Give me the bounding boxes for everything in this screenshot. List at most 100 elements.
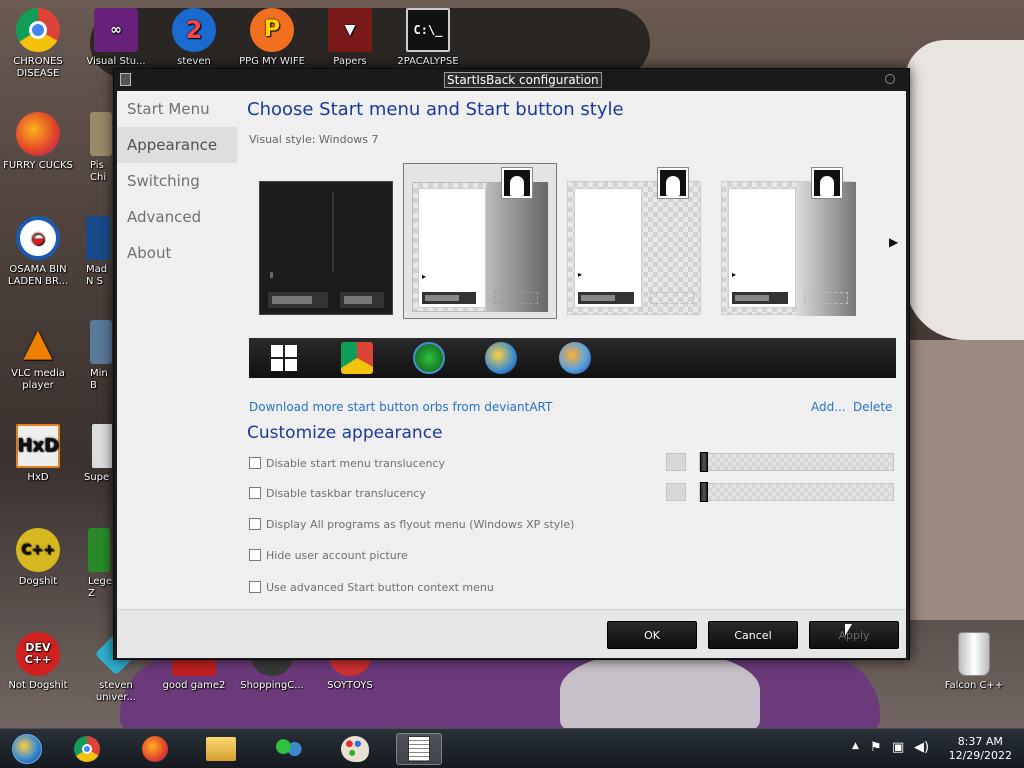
volume-icon[interactable]: ◀) [914, 740, 929, 755]
option-label: Display All programs as flyout menu (Win… [266, 517, 575, 531]
taskbar-firefox[interactable] [132, 733, 178, 765]
taskbar-opacity-slider[interactable] [699, 482, 894, 502]
network-icon[interactable]: ▣ [892, 740, 904, 755]
desktop-icon[interactable]: Min B [78, 320, 112, 392]
start-menu-color-swatch[interactable] [666, 453, 686, 471]
tile-divider [332, 192, 334, 272]
option-hide-user-picture[interactable]: Hide user account picture [249, 547, 408, 563]
papers-icon: ▼ [328, 8, 372, 52]
option-label: Hide user account picture [266, 548, 408, 562]
desktop-icon[interactable]: Lege Z [78, 528, 112, 600]
delete-orb-link[interactable]: Delete [853, 400, 892, 414]
desktop-icon[interactable]: C:\_ 2PACALYPSE [390, 8, 466, 68]
desktop-icon[interactable]: FURRY CUCKS [0, 112, 76, 172]
checkbox[interactable] [249, 581, 261, 593]
tile-left-pane [418, 188, 486, 308]
desktop-icon[interactable]: C++ Dogshit [0, 528, 76, 588]
cpp-icon: C++ [16, 528, 60, 572]
start-menu-style-gallery: ▸ ▸ ▸ ▶ [255, 163, 898, 323]
win7-orb-icon[interactable] [559, 342, 591, 374]
checkbox[interactable] [249, 457, 261, 469]
explorer-icon [206, 737, 236, 761]
slider-thumb[interactable] [700, 452, 708, 472]
option-xp-flyout[interactable]: Display All programs as flyout menu (Win… [249, 516, 574, 532]
taskbar-explorer[interactable] [198, 733, 244, 765]
sidebar-nav: Start Menu Appearance Switching Advanced… [117, 91, 237, 271]
show-hidden-icons-icon[interactable]: ▲ [852, 741, 859, 751]
desktop-icon-label: Falcon C++ [944, 680, 1004, 691]
option-disable-taskbar-translucency[interactable]: Disable taskbar translucency [249, 485, 426, 501]
desktop-icon-label: 2PACALYPSE [397, 56, 459, 67]
title-bar[interactable]: StartIsBack configuration [114, 69, 909, 91]
desktop-icon[interactable]: Supe [78, 424, 112, 484]
apply-button[interactable]: Apply [809, 621, 899, 649]
taskbar-chrome[interactable] [64, 733, 110, 765]
visual-style-value: Windows 7 [318, 133, 379, 146]
download-orbs-link[interactable]: Download more start button orbs from dev… [249, 400, 552, 414]
nav-item-about[interactable]: About [117, 235, 237, 271]
checkbox[interactable] [249, 518, 261, 530]
window-system-icon[interactable] [120, 73, 131, 86]
pis-icon [90, 112, 112, 156]
desktop-icon-label: Papers [333, 56, 367, 67]
start-orb-strip [249, 338, 896, 378]
option-disable-start-translucency[interactable]: Disable start menu translucency [249, 455, 445, 471]
start-button[interactable] [4, 733, 50, 765]
taskbar-paint[interactable] [332, 733, 378, 765]
vista-orb-icon[interactable] [485, 342, 517, 374]
desktop-icon[interactable]: Falcon C++ [936, 632, 1012, 692]
tile-power [650, 292, 694, 304]
checkbox[interactable] [249, 549, 261, 561]
cancel-button[interactable]: Cancel [708, 621, 798, 649]
desktop-icon[interactable]: ◒ OSAMA BIN LADEN BR... [0, 216, 76, 288]
nav-item-start-menu[interactable]: Start Menu [117, 91, 237, 127]
nav-item-switching[interactable]: Switching [117, 163, 237, 199]
taskbar-color-swatch[interactable] [666, 483, 686, 501]
desktop-icon-label: Visual Stu... [86, 56, 146, 67]
tile-power [494, 292, 538, 304]
style-tile-glass[interactable]: ▸ [567, 167, 701, 315]
desktop-icon[interactable]: ▲ VLC media player [0, 320, 76, 392]
desktop-icon[interactable]: ▼ Papers [312, 8, 388, 68]
add-orb-link[interactable]: Add... [811, 400, 846, 414]
nav-item-advanced[interactable]: Advanced [117, 199, 237, 235]
start-menu-opacity-slider[interactable] [699, 452, 894, 472]
tile-arrow: ▸ [422, 272, 427, 281]
style-tile-gradient[interactable]: ▸ [721, 167, 856, 316]
startisback-window[interactable]: StartIsBack configuration Start Menu App… [113, 68, 910, 660]
gallery-next-icon[interactable]: ▶ [889, 235, 898, 249]
clock[interactable]: 8:37 AM 12/29/2022 [949, 735, 1012, 763]
steven-icon: 2 [172, 8, 216, 52]
desktop-icon[interactable]: CHRONES DISEASE [0, 8, 76, 80]
checkbox[interactable] [249, 487, 261, 499]
desktop-icon[interactable]: 2 steven [156, 8, 232, 68]
desktop-icon[interactable]: HxD HxD [0, 424, 76, 484]
slider-thumb[interactable] [700, 482, 708, 502]
option-advanced-context-menu[interactable]: Use advanced Start button context menu [249, 579, 494, 595]
taskbar: ▲ ⚑ ▣ ◀) 8:37 AM 12/29/2022 [0, 728, 1024, 768]
style-tile-win7[interactable]: ▸ [403, 163, 557, 319]
desktop-icon-label: SOYTOYS [327, 680, 373, 691]
desktop-icon[interactable]: DEV C++ Not Dogshit [0, 632, 76, 692]
tile-search [422, 292, 476, 304]
ok-button[interactable]: OK [607, 621, 697, 649]
nav-item-appearance[interactable]: Appearance [117, 127, 237, 163]
desktop-icon[interactable]: Pis Chi [78, 112, 112, 184]
style-tile-dark[interactable] [259, 181, 393, 315]
action-center-flag-icon[interactable]: ⚑ [870, 740, 882, 755]
taskbar-messenger[interactable] [266, 733, 312, 765]
desktop-icon[interactable]: ∞ Visual Stu... [78, 8, 154, 68]
tile-search [732, 292, 788, 304]
dev-cpp-icon: DEV C++ [16, 632, 60, 676]
clover-orb-icon[interactable] [413, 342, 445, 374]
firefox-icon [16, 112, 60, 156]
chrome-orb-icon[interactable] [341, 342, 373, 374]
system-tray: ▲ ⚑ ▣ ◀) 8:37 AM 12/29/2022 [844, 729, 1024, 768]
close-icon[interactable] [885, 74, 895, 84]
windows8-orb-icon[interactable] [271, 345, 297, 371]
desktop-icon[interactable]: Mad N S [78, 216, 112, 288]
taskbar-startisback[interactable] [396, 733, 442, 765]
desktop-icon-label: steven [177, 56, 211, 67]
customize-heading: Customize appearance [247, 423, 443, 443]
desktop-icon[interactable]: P PPG MY WIFE [234, 8, 310, 68]
